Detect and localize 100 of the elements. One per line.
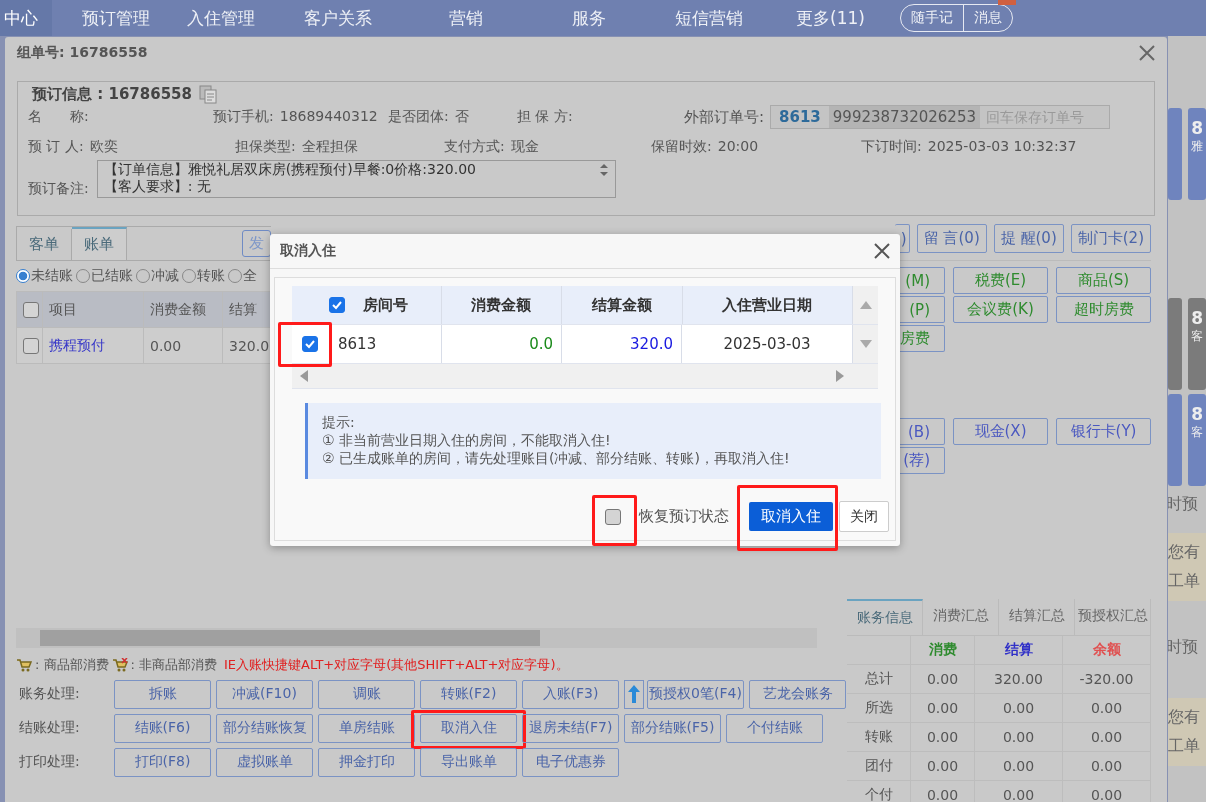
nav-tab[interactable]: 预订管理: [82, 0, 177, 36]
tile-text: 客: [1191, 328, 1204, 344]
radio-label: 冲减: [151, 267, 179, 285]
window-title: 组单号: 16786558: [17, 44, 148, 62]
action-button[interactable]: 个付结账: [726, 713, 823, 743]
radio-label: 转账: [197, 267, 225, 285]
nav-button[interactable]: 消息: [963, 5, 1012, 31]
table-cell: 0.00: [1063, 723, 1151, 752]
scroll-up-icon: [859, 301, 872, 309]
checkbox[interactable]: [23, 301, 39, 318]
action-button[interactable]: 退房未结(F7): [522, 713, 619, 743]
tab[interactable]: 结算汇总: [999, 599, 1075, 635]
scroll-right-icon: [836, 370, 844, 382]
notice-text: 您有: [1168, 707, 1201, 728]
tip-text: ① 非当前营业日期入住的房间，不能取消入住!: [322, 431, 612, 449]
legend-text: : 非商品部消费: [130, 656, 218, 674]
table-cell: 0.00: [1063, 694, 1151, 723]
entry-button[interactable]: 商品(S): [1056, 267, 1151, 294]
entry-button[interactable]: 超时房费: [1056, 296, 1151, 323]
table-cell: 0.00: [975, 723, 1063, 752]
nav-tab[interactable]: 营销: [449, 0, 510, 36]
nav-tab[interactable]: 入住管理: [187, 0, 282, 36]
column-header: 余额: [1063, 636, 1151, 665]
action-button[interactable]: 电子优惠券: [522, 747, 619, 777]
column-header: 房间号: [363, 295, 408, 315]
entry-button[interactable]: 税费(E): [953, 267, 1048, 294]
payment-button[interactable]: 现金(X): [953, 418, 1048, 445]
room-tile[interactable]: [1168, 298, 1183, 390]
order-number: 999238732026253: [828, 106, 980, 128]
tab[interactable]: 消费汇总: [923, 599, 999, 635]
action-button[interactable]: 预授权0笔(F4): [647, 679, 744, 709]
tab[interactable]: 预授权汇总: [1075, 599, 1151, 635]
checkbox[interactable]: [302, 336, 318, 352]
payment-button[interactable]: 银行卡(Y): [1056, 418, 1151, 445]
row-label: 打印处理:: [18, 753, 81, 771]
radio-button[interactable]: [16, 269, 30, 283]
action-button[interactable]: 导出账单: [420, 747, 517, 777]
dialog-title: 取消入住: [280, 242, 336, 260]
action-button[interactable]: 单房结账: [318, 713, 415, 743]
button[interactable]: 留 言(0): [916, 224, 987, 253]
nav-tab[interactable]: 客户关系: [304, 0, 399, 36]
field-value: 欧奕: [89, 138, 118, 156]
action-button[interactable]: 结账(F6): [114, 713, 211, 743]
up-arrow-button[interactable]: [624, 679, 644, 709]
nav-button[interactable]: 随手记: [900, 5, 963, 31]
action-button[interactable]: 调账: [318, 679, 415, 709]
tab[interactable]: 账单: [72, 227, 127, 260]
table-cell: 0.0: [442, 325, 562, 363]
field-label: 预 订 人:: [28, 138, 84, 156]
checkbox[interactable]: [329, 297, 345, 313]
button[interactable]: 制门卡(2): [1070, 224, 1151, 253]
room-tile[interactable]: [1168, 394, 1183, 486]
nav-tab[interactable]: 短信营销: [675, 0, 770, 36]
notice-text: 工单: [1168, 736, 1201, 757]
table-cell: 0.00: [911, 781, 975, 802]
confirm-button[interactable]: 取消入住: [749, 502, 833, 531]
scroll-arrows-icon: [598, 163, 609, 177]
checkbox[interactable]: [23, 337, 39, 354]
table-cell: 所选: [847, 694, 911, 723]
action-button[interactable]: 入账(F3): [522, 679, 619, 709]
close-button[interactable]: 关闭: [839, 501, 889, 532]
cart-icon: [16, 658, 32, 672]
entry-button[interactable]: 会议费(K): [953, 296, 1048, 323]
notice-text: 工单: [1168, 571, 1201, 592]
table-cell: 0.00: [1063, 781, 1151, 802]
item-link[interactable]: 携程预付: [43, 328, 144, 363]
room-tile[interactable]: 8 雅: [1188, 108, 1206, 200]
tip-text: ② 已生成账单的房间，请先处理账目(冲减、部分结账、转账)，再取消入住!: [322, 449, 791, 467]
room-tile[interactable]: 8 客: [1188, 394, 1206, 486]
nav-tab[interactable]: 服务: [572, 0, 633, 36]
tab[interactable]: 账务信息: [847, 599, 923, 635]
remark-field[interactable]: 【订单信息】雅悦礼居双床房(携程预付)早餐:0价格:320.00 【客人要求】: 无: [96, 160, 616, 198]
action-button[interactable]: 转账(F2): [420, 679, 517, 709]
checkbox[interactable]: [605, 508, 621, 525]
action-button[interactable]: 虚拟账单: [216, 747, 313, 777]
tip-title: 提示:: [322, 413, 356, 431]
copy-icon: [197, 84, 218, 104]
nav-tab[interactable]: 更多(11): [796, 0, 892, 36]
horizontal-scrollbar[interactable]: [16, 628, 817, 648]
button[interactable]: 提 醒(0): [993, 224, 1064, 253]
table-cell: 0.00: [975, 781, 1063, 802]
action-button[interactable]: 押金打印: [318, 747, 415, 777]
action-button[interactable]: 艺龙会账务: [749, 679, 846, 709]
table-cell: 0.00: [144, 328, 223, 363]
action-button[interactable]: 取消入住: [420, 713, 517, 743]
action-button[interactable]: 部分结账恢复: [216, 713, 313, 743]
field-label: 支付方式:: [444, 138, 505, 156]
room-tile[interactable]: [1168, 108, 1183, 200]
action-button[interactable]: 打印(F8): [114, 747, 211, 777]
action-button[interactable]: 拆账: [114, 679, 211, 709]
close-button[interactable]: [874, 243, 890, 259]
column-header: 结算: [228, 299, 258, 319]
action-button[interactable]: 冲减(F10): [216, 679, 313, 709]
field-value: 18689440312: [279, 108, 378, 126]
room-tile[interactable]: 8 客: [1188, 298, 1206, 390]
action-button[interactable]: 部分结账(F5): [624, 713, 721, 743]
tile-text: 雅: [1191, 138, 1204, 154]
close-button[interactable]: [1139, 45, 1155, 61]
nav-tab[interactable]: 中心: [0, 0, 52, 36]
column-header: 消费: [911, 636, 975, 665]
